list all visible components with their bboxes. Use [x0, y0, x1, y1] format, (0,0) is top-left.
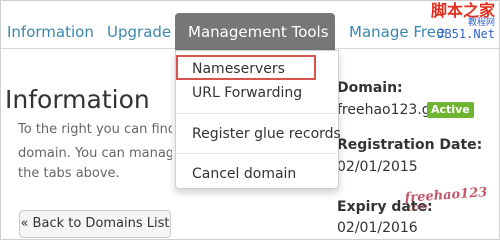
expiry-date-value: 02/01/2016	[337, 220, 418, 236]
tab-upgrade[interactable]: Upgrade	[107, 13, 171, 49]
menu-item-register-glue-records[interactable]: Register glue records	[192, 126, 341, 142]
description-line-1: To the right you can find the	[18, 122, 172, 137]
registration-date-label: Registration Date:	[337, 137, 483, 153]
menu-item-url-forwarding[interactable]: URL Forwarding	[192, 85, 302, 101]
caret-down-icon	[334, 29, 345, 34]
menu-item-cancel-domain[interactable]: Cancel domain	[192, 166, 296, 182]
description-line-3: the tabs above.	[18, 166, 120, 181]
tab-information[interactable]: Information	[7, 13, 94, 49]
registration-date-value: 02/01/2015	[337, 159, 418, 175]
menu-item-nameservers[interactable]: Nameservers	[192, 61, 285, 77]
tab-management-tools[interactable]: Management Tools	[175, 13, 345, 50]
menu-divider	[177, 153, 337, 154]
page-title: Information	[5, 85, 150, 114]
watermark-top: 脚本之家 教程网 JB51.Net	[430, 1, 495, 41]
description-line-2: domain. You can manage	[18, 146, 172, 161]
domain-label: Domain:	[337, 80, 403, 96]
menu-divider	[177, 113, 337, 114]
domain-value: freehao123.gq	[337, 102, 440, 118]
watermark-top-main: 脚本之家	[430, 1, 495, 20]
tab-management-tools-label: Management Tools	[188, 23, 329, 41]
watermark-top-site: JB51.Net	[437, 27, 495, 41]
watermark-bottom: freehao123 .com	[404, 185, 488, 214]
back-to-domains-button[interactable]: « Back to Domains List	[19, 210, 171, 238]
browser-viewport: Information Upgrade Management Tools Man…	[0, 0, 500, 240]
status-badge: Active	[427, 102, 474, 118]
management-tools-dropdown: Nameservers URL Forwarding Register glue…	[175, 50, 341, 189]
tab-bar: Information Upgrade Management Tools Man…	[1, 1, 499, 50]
